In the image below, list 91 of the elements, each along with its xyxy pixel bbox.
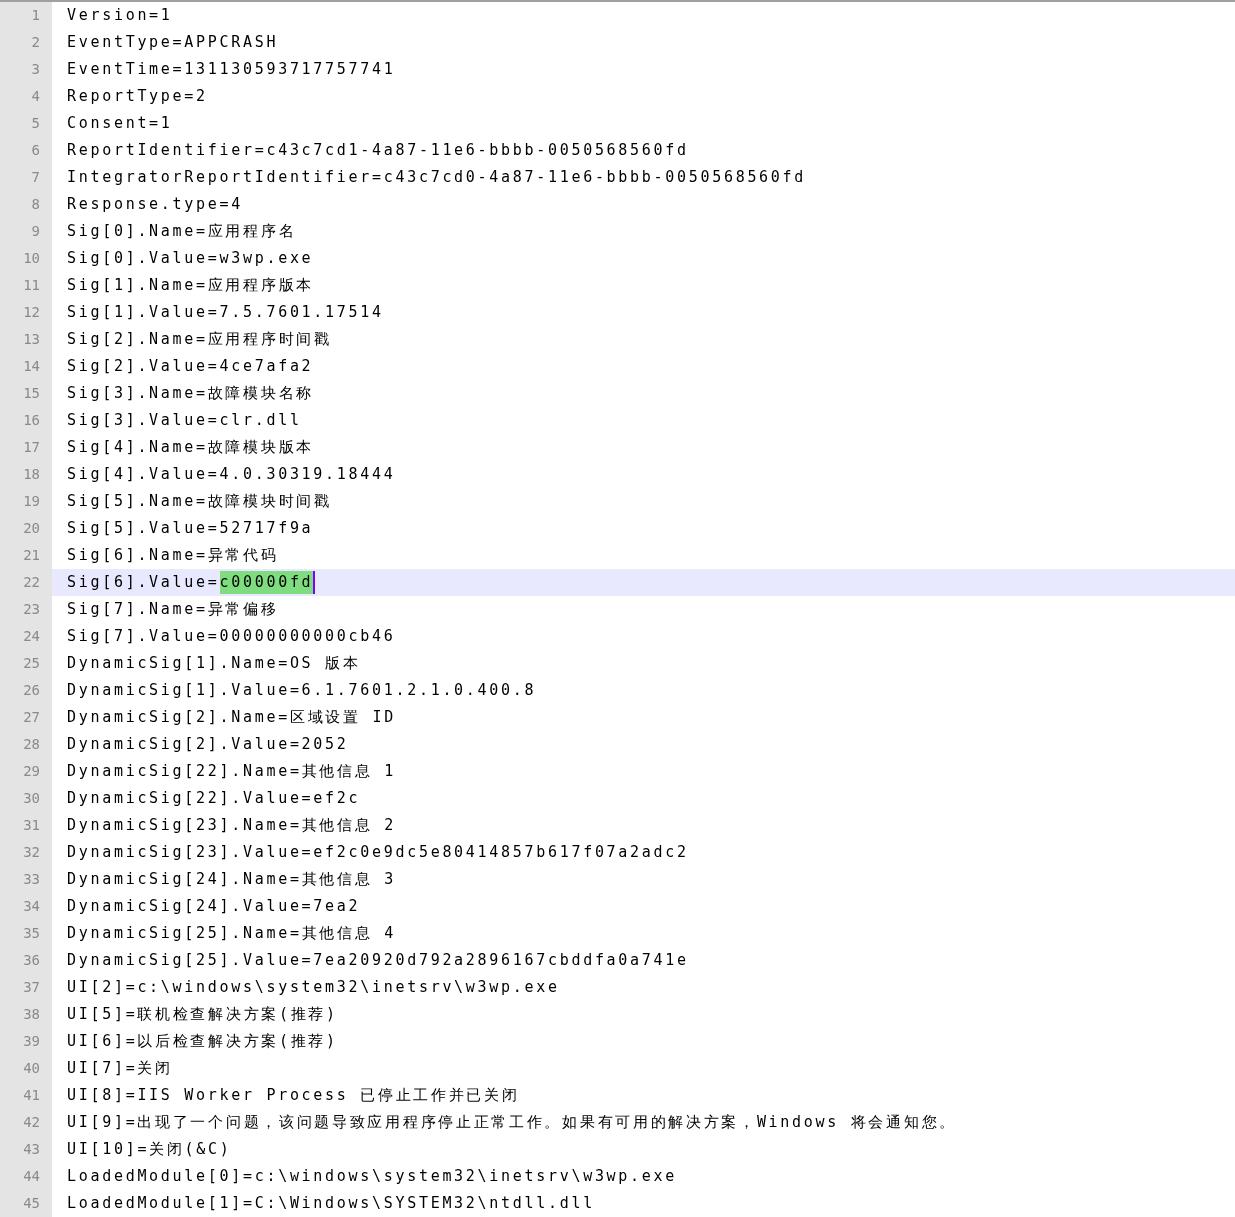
code-text: Sig[7].Name=异常偏移 (67, 599, 279, 621)
line-number: 30 (0, 785, 52, 812)
line-number: 41 (0, 1082, 52, 1109)
line-number: 3 (0, 56, 52, 83)
line-number: 1 (0, 2, 52, 29)
line-number: 39 (0, 1028, 52, 1055)
code-text: UI[6]=以后检查解决方案(推荐) (67, 1031, 338, 1053)
line-number: 34 (0, 893, 52, 920)
line-number: 28 (0, 731, 52, 758)
code-text: Sig[3].Value=clr.dll (67, 410, 302, 432)
code-text: ReportIdentifier=c43c7cd1-4a87-11e6-bbbb-0050568560fd (67, 140, 689, 162)
line-number: 22 (0, 569, 52, 596)
code-text: Sig[0].Name=应用程序名 (67, 221, 297, 243)
line-number: 7 (0, 164, 52, 191)
code-text: LoadedModule[0]=c:\windows\system32\inetsrv\w3wp.exe (67, 1166, 677, 1188)
code-text: DynamicSig[25].Name=其他信息 4 (67, 923, 396, 945)
line-number: 45 (0, 1190, 52, 1217)
line-number: 19 (0, 488, 52, 515)
line-number: 44 (0, 1163, 52, 1190)
line-number: 17 (0, 434, 52, 461)
line-number: 9 (0, 218, 52, 245)
code-text: DynamicSig[23].Name=其他信息 2 (67, 815, 396, 837)
line-number: 12 (0, 299, 52, 326)
code-text: Sig[5].Value=52717f9a (67, 518, 314, 540)
line-number: 24 (0, 623, 52, 650)
line-number: 13 (0, 326, 52, 353)
line-number: 11 (0, 272, 52, 299)
code-text: DynamicSig[2].Value=2052 (67, 734, 349, 756)
line-number: 23 (0, 596, 52, 623)
code-text: Sig[1].Name=应用程序版本 (67, 275, 314, 297)
line-number: 2 (0, 29, 52, 56)
line-number: 35 (0, 920, 52, 947)
code-text: Sig[3].Name=故障模块名称 (67, 383, 314, 405)
line-number: 8 (0, 191, 52, 218)
line-number: 37 (0, 974, 52, 1001)
line-number: 21 (0, 542, 52, 569)
code-text: Response.type=4 (67, 194, 243, 216)
code-text: UI[2]=c:\windows\system32\inetsrv\w3wp.exe (67, 977, 560, 999)
line-number: 4 (0, 83, 52, 110)
code-text: Sig[4].Value=4.0.30319.18444 (67, 464, 396, 486)
line-number: 42 (0, 1109, 52, 1136)
selected-text: c00000fd (219, 571, 316, 594)
line-number: 10 (0, 245, 52, 272)
line-number: 27 (0, 704, 52, 731)
line-number: 26 (0, 677, 52, 704)
code-text: DynamicSig[1].Value=6.1.7601.2.1.0.400.8 (67, 680, 537, 702)
code-text: DynamicSig[23].Value=ef2c0e9dc5e80414857b617f07a2adc2 (67, 842, 689, 864)
code-text: Version=1 (67, 5, 173, 27)
code-text: Sig[2].Value=4ce7afa2 (67, 356, 314, 378)
code-text: Sig[6].Name=异常代码 (67, 545, 279, 567)
line-number: 36 (0, 947, 52, 974)
line-number: 15 (0, 380, 52, 407)
line-number: 31 (0, 812, 52, 839)
line-number: 14 (0, 353, 52, 380)
code-text: Sig[2].Name=应用程序时间戳 (67, 329, 332, 351)
line-number: 5 (0, 110, 52, 137)
code-text: Sig[4].Name=故障模块版本 (67, 437, 314, 459)
line-number: 38 (0, 1001, 52, 1028)
code-text: UI[7]=关闭 (67, 1058, 173, 1080)
code-text: DynamicSig[24].Value=7ea2 (67, 896, 361, 918)
line-number: 6 (0, 137, 52, 164)
line-number: 16 (0, 407, 52, 434)
code-text: UI[9]=出现了一个问题，该问题导致应用程序停止正常工作。如果有可用的解决方案，Windows 将会通知您。 (67, 1112, 957, 1134)
code-text: Sig[1].Value=7.5.7601.17514 (67, 302, 384, 324)
code-text: Sig[7].Value=00000000000cb46 (67, 626, 396, 648)
line-number: 18 (0, 461, 52, 488)
line-number: 33 (0, 866, 52, 893)
code-text: UI[8]=IIS Worker Process 已停止工作并已关闭 (67, 1085, 520, 1107)
code-text: ReportType=2 (67, 86, 208, 108)
code-text: EventType=APPCRASH (67, 32, 279, 54)
code-text: IntegratorReportIdentifier=c43c7cd0-4a87-11e6-bbbb-0050568560fd (67, 167, 807, 189)
line-number: 32 (0, 839, 52, 866)
line-number: 40 (0, 1055, 52, 1082)
line-number: 20 (0, 515, 52, 542)
line-number: 29 (0, 758, 52, 785)
code-text: UI[10]=关闭(&C) (67, 1139, 232, 1161)
code-text: DynamicSig[22].Value=ef2c (67, 788, 361, 810)
line-number: 43 (0, 1136, 52, 1163)
code-text: LoadedModule[1]=C:\Windows\SYSTEM32\ntdll.dll (67, 1193, 595, 1215)
code-text: Sig[6].Value= (67, 572, 220, 594)
code-text: DynamicSig[24].Name=其他信息 3 (67, 869, 396, 891)
code-text: DynamicSig[1].Name=OS 版本 (67, 653, 361, 675)
code-text: Consent=1 (67, 113, 173, 135)
line-number: 25 (0, 650, 52, 677)
code-text: Sig[0].Value=w3wp.exe (67, 248, 314, 270)
code-text: DynamicSig[22].Name=其他信息 1 (67, 761, 396, 783)
code-text: Sig[5].Name=故障模块时间戳 (67, 491, 332, 513)
code-text: EventTime=131130593717757741 (67, 59, 396, 81)
code-text: DynamicSig[25].Value=7ea20920d792a2896167cbddfa0a741e (67, 950, 689, 972)
code-text: DynamicSig[2].Name=区域设置 ID (67, 707, 396, 729)
code-text: UI[5]=联机检查解决方案(推荐) (67, 1004, 338, 1026)
